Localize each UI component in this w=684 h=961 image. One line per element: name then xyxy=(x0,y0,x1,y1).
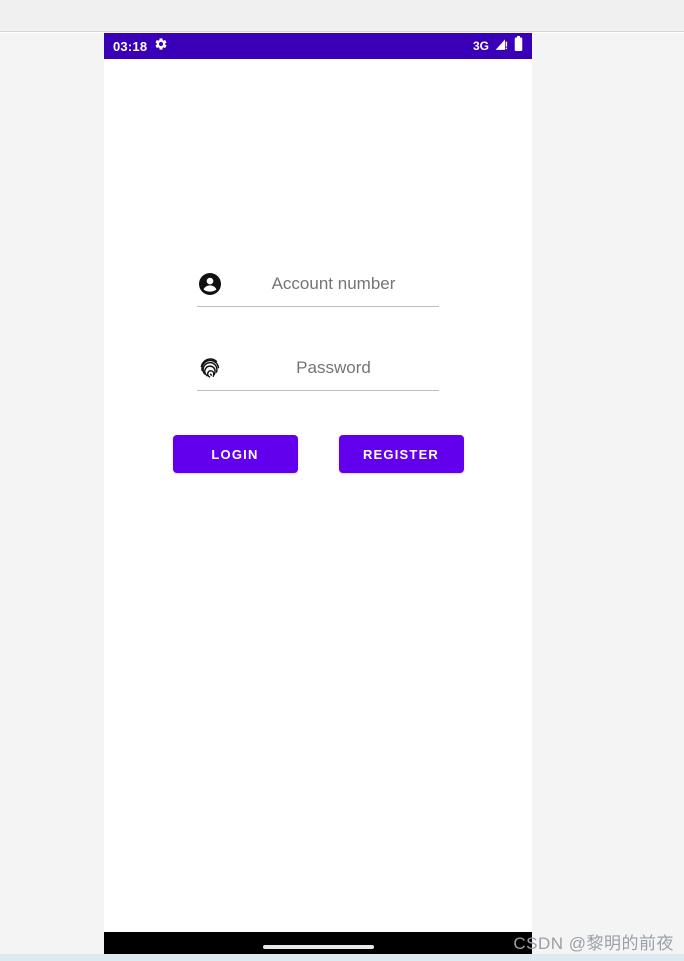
password-field-row[interactable] xyxy=(197,346,444,391)
gear-icon xyxy=(154,37,168,56)
desktop-bottom-band xyxy=(0,954,684,961)
login-form: LOGIN REGISTER xyxy=(104,262,532,473)
status-bar: 03:18 3G xyxy=(104,33,532,59)
home-gesture-pill[interactable] xyxy=(262,944,374,949)
network-type-label: 3G xyxy=(472,39,489,53)
desktop-top-band xyxy=(0,0,684,32)
phone-device-frame: 03:18 3G Account number LOGIN REGISTER xyxy=(104,33,532,961)
account-number-field-row[interactable] xyxy=(197,262,444,307)
password-input[interactable] xyxy=(223,358,444,378)
register-button[interactable]: REGISTER xyxy=(338,435,464,473)
account-circle-icon xyxy=(197,271,223,297)
account-number-input[interactable] xyxy=(223,274,444,294)
battery-full-icon xyxy=(514,36,523,56)
login-screen: LOGIN REGISTER xyxy=(104,59,532,932)
desktop-left-gutter xyxy=(0,33,104,954)
fingerprint-icon xyxy=(197,355,223,381)
status-bar-right: 3G xyxy=(473,36,523,56)
auth-button-row: LOGIN REGISTER xyxy=(104,435,532,473)
csdn-watermark: CSDN @黎明的前夜 xyxy=(513,934,674,953)
signal-warning-icon xyxy=(494,37,509,56)
login-button[interactable]: LOGIN xyxy=(172,435,298,473)
status-bar-clock: 03:18 xyxy=(113,38,148,54)
page-root: 03:18 3G Account number LOGIN REGISTER C… xyxy=(0,0,684,961)
status-bar-left: 03:18 xyxy=(113,37,168,56)
